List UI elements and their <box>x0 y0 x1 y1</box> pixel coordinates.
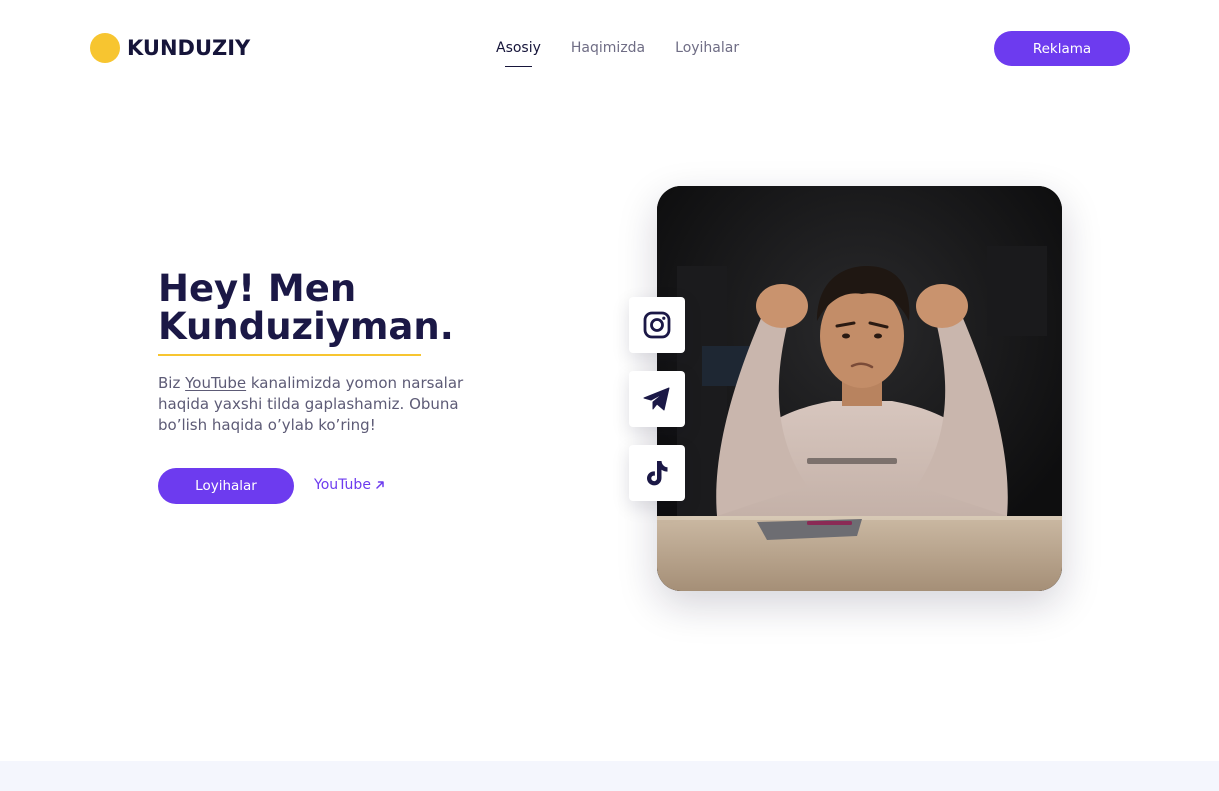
instagram-icon <box>643 311 671 339</box>
tiktok-icon <box>647 461 668 486</box>
main-nav: Asosiy Haqimizda Loyihalar <box>496 40 739 67</box>
hero-title: Hey! Men Kunduziyman. <box>158 270 498 346</box>
logo-text: KUNDUZIY <box>127 36 251 60</box>
instagram-button[interactable] <box>629 297 685 353</box>
logo[interactable]: KUNDUZIY <box>90 33 250 63</box>
youtube-link[interactable]: YouTube <box>314 477 386 493</box>
telegram-icon <box>643 387 670 411</box>
desc-text-before: Biz <box>158 374 186 392</box>
next-section-band <box>0 761 1219 791</box>
arrow-up-right-icon <box>376 481 384 489</box>
tiktok-button[interactable] <box>629 445 685 501</box>
nav-item-loyihalar[interactable]: Loyihalar <box>675 40 739 56</box>
title-underline <box>158 354 421 356</box>
site-header: KUNDUZIY Asosiy Haqimizda Loyihalar Rekl… <box>0 0 1219 96</box>
hero-title-line1: Hey! Men <box>158 267 357 310</box>
reklama-button[interactable]: Reklama <box>994 31 1130 66</box>
nav-item-haqimizda[interactable]: Haqimizda <box>571 40 645 56</box>
hero-photo <box>657 186 1062 591</box>
logo-sun-icon <box>90 33 120 63</box>
desc-youtube-link[interactable]: YouTube <box>185 374 246 392</box>
hero-description: Biz YouTube kanalimizda yomon narsalar h… <box>158 373 488 436</box>
page: KUNDUZIY Asosiy Haqimizda Loyihalar Rekl… <box>0 0 1219 791</box>
nav-item-asosiy[interactable]: Asosiy <box>496 40 541 67</box>
photo-illustration <box>657 186 1062 591</box>
telegram-button[interactable] <box>629 371 685 427</box>
hero-title-line2: Kunduziyman. <box>158 305 454 348</box>
loyihalar-button[interactable]: Loyihalar <box>158 468 294 504</box>
youtube-link-label: YouTube <box>314 477 371 493</box>
